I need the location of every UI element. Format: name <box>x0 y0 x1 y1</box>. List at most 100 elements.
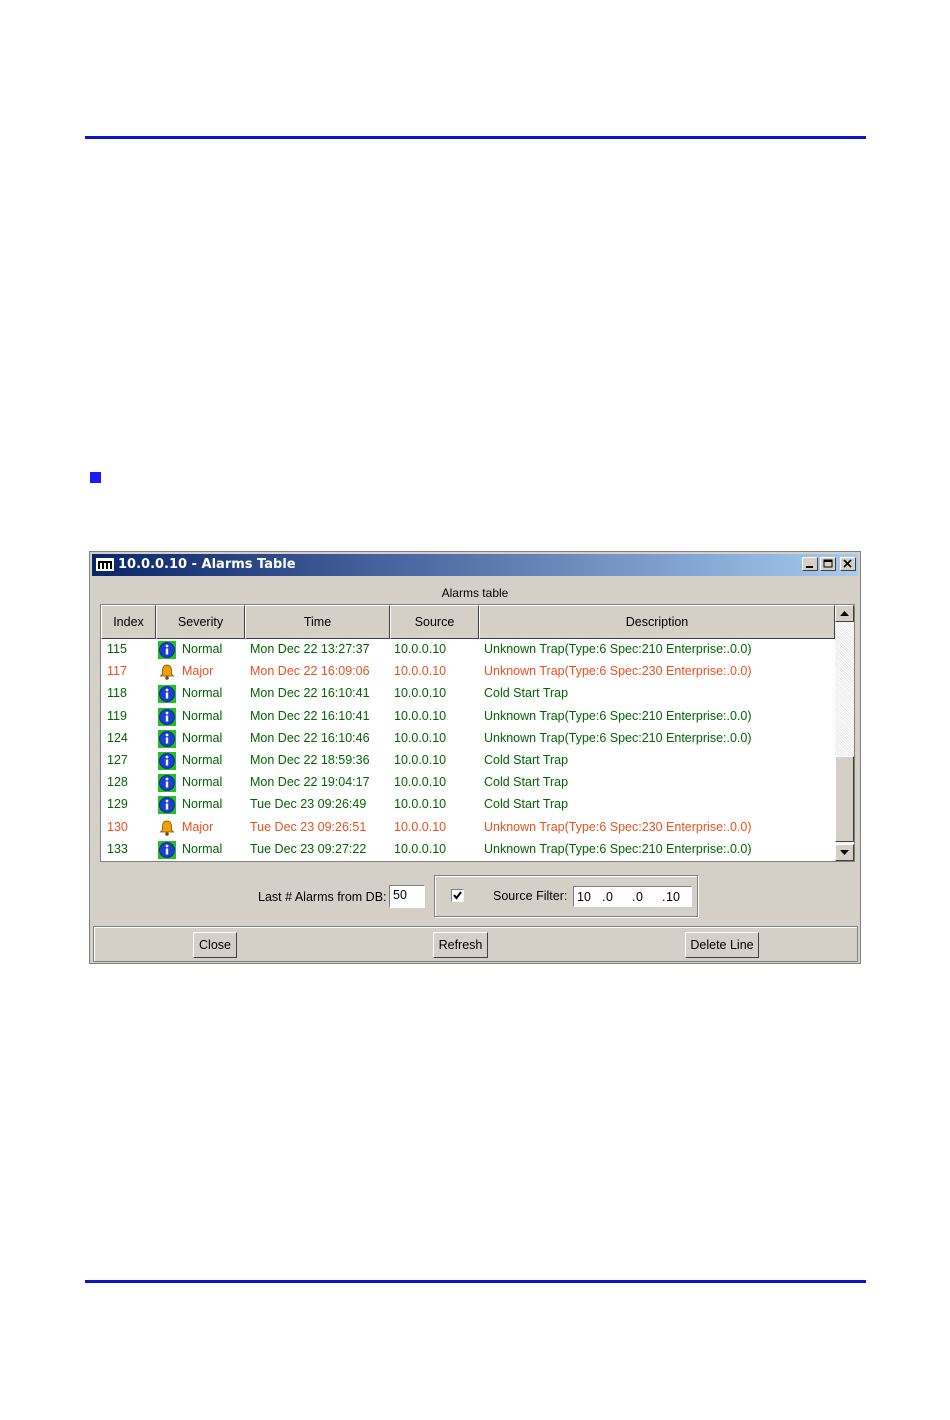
checkmark-icon <box>453 891 462 900</box>
ip-dot-2: . <box>632 890 636 904</box>
ip-octet-4[interactable]: 10 <box>666 890 680 904</box>
ip-octet-1[interactable]: 10 <box>577 890 591 904</box>
minimize-button[interactable] <box>802 557 818 571</box>
cell-source: 10.0.0.10 <box>394 819 447 834</box>
cell-description: Cold Start Trap <box>484 686 569 701</box>
close-window-button[interactable] <box>840 557 856 571</box>
cell-severity: Normal <box>182 686 223 701</box>
cell-time: Tue Dec 23 09:26:49 <box>250 797 367 812</box>
minimize-icon <box>806 566 813 568</box>
cell-severity: Normal <box>182 775 223 790</box>
bell-icon <box>159 820 175 836</box>
info-icon <box>158 641 176 659</box>
info-icon <box>158 752 176 770</box>
cell-description: Unknown Trap(Type:6 Spec:230 Enterprise:… <box>484 664 752 679</box>
source-filter-checkbox[interactable] <box>451 889 464 902</box>
cell-description: Unknown Trap(Type:6 Spec:210 Enterprise:… <box>484 730 752 745</box>
bullet-square <box>90 472 101 483</box>
cell-source: 10.0.0.10 <box>394 753 447 767</box>
cell-severity: Normal <box>182 841 223 856</box>
cell-severity: Normal <box>182 642 223 656</box>
maximize-icon <box>823 559 833 568</box>
ip-octet-3[interactable]: 0 <box>636 890 643 904</box>
cell-time: Mon Dec 22 13:27:37 <box>250 642 370 656</box>
column-header-time[interactable]: Time <box>245 605 390 639</box>
ip-dot-1: . <box>602 890 606 904</box>
cell-index: 119 <box>107 708 127 723</box>
cell-description: Unknown Trap(Type:6 Spec:230 Enterprise:… <box>484 819 752 834</box>
bottom-rule <box>85 1280 866 1283</box>
scroll-down-button[interactable] <box>835 844 854 861</box>
column-header-description[interactable]: Description <box>479 605 835 639</box>
cell-source: 10.0.0.10 <box>394 686 447 701</box>
cell-description: Unknown Trap(Type:6 Spec:210 Enterprise:… <box>484 642 752 656</box>
cell-source: 10.0.0.10 <box>394 664 447 679</box>
source-filter-group: Source Filter: 10 . 0 . 0 . 10 <box>434 875 698 917</box>
cell-time: Mon Dec 22 19:04:17 <box>250 775 370 790</box>
column-header-severity[interactable]: Severity <box>156 605 245 639</box>
scroll-thumb[interactable] <box>835 756 854 842</box>
cell-index: 130 <box>107 819 128 834</box>
cell-severity: Normal <box>182 708 223 723</box>
arrow-up-icon <box>840 611 849 616</box>
cell-severity: Major <box>182 664 214 679</box>
cell-severity: Major <box>182 819 214 834</box>
cell-source: 10.0.0.10 <box>394 841 447 856</box>
close-button[interactable]: Close <box>193 932 237 958</box>
column-header-source[interactable]: Source <box>390 605 479 639</box>
cell-description: Unknown Trap(Type:6 Spec:210 Enterprise:… <box>484 841 752 856</box>
cell-time: Tue Dec 23 09:26:51 <box>250 819 367 834</box>
cell-severity: Normal <box>182 753 223 767</box>
cell-index: 129 <box>107 797 128 812</box>
cell-description: Unknown Trap(Type:6 Spec:210 Enterprise:… <box>484 708 752 723</box>
info-icon <box>158 685 176 704</box>
cell-source: 10.0.0.10 <box>394 642 447 656</box>
cell-time: Tue Dec 23 09:27:22 <box>250 841 367 856</box>
top-rule <box>85 136 866 139</box>
cell-index: 133 <box>107 841 128 856</box>
table-row[interactable]: 124 Normal Mon Dec 22 16:10:46 10.0.0.10 Unk… <box>101 728 835 750</box>
cell-source: 10.0.0.10 <box>394 708 447 723</box>
refresh-button[interactable]: Refresh <box>433 932 488 958</box>
cell-index: 118 <box>107 686 127 701</box>
cell-time: Mon Dec 22 16:10:41 <box>250 686 370 701</box>
last-alarms-input[interactable]: 50 <box>389 885 425 908</box>
info-icon <box>158 840 176 859</box>
info-icon <box>158 774 176 793</box>
last-alarms-label: Last # Alarms from DB: <box>258 890 387 904</box>
table-row[interactable]: 130 Major Tue Dec 23 09:26:51 10.0.0.10 Unkn… <box>101 817 835 839</box>
info-icon <box>158 796 176 815</box>
table-row[interactable]: 129 Normal Tue Dec 23 09:26:49 10.0.0.10 Col… <box>101 794 835 816</box>
info-icon <box>158 729 176 748</box>
column-header-index[interactable]: Index <box>101 605 156 639</box>
cell-index: 115 <box>107 642 127 656</box>
cell-index: 117 <box>107 664 127 679</box>
cell-time: Mon Dec 22 16:09:06 <box>250 664 370 679</box>
cell-severity: Normal <box>182 730 223 745</box>
cell-description: Cold Start Trap <box>484 775 569 790</box>
group-caption: Alarms table <box>441 586 509 600</box>
table-row[interactable]: 133 Normal Tue Dec 23 09:27:22 10.0.0.10 Unk… <box>101 839 835 861</box>
cell-index: 124 <box>107 730 128 745</box>
close-icon <box>843 559 852 568</box>
ip-octet-2[interactable]: 0 <box>606 890 613 904</box>
alarms-table: Index Severity Time Source Description 1… <box>100 604 855 862</box>
window-title: 10.0.0.10 - Alarms Table <box>118 557 296 572</box>
table-row[interactable]: 115 Normal Mon Dec 22 13:27:37 10.0.0.10 Unk… <box>101 639 835 661</box>
table-row[interactable]: 128 Normal Mon Dec 22 19:04:17 10.0.0.10 Col… <box>101 772 835 794</box>
delete-line-button[interactable]: Delete Line <box>685 932 759 958</box>
table-row[interactable]: 127 Normal Mon Dec 22 18:59:36 10.0.0.10 Col… <box>101 750 835 772</box>
cell-source: 10.0.0.10 <box>394 775 447 790</box>
cell-index: 127 <box>107 753 128 767</box>
cell-severity: Normal <box>182 797 223 812</box>
table-row[interactable]: 119 Normal Mon Dec 22 16:10:41 10.0.0.10 Unk… <box>101 706 835 728</box>
source-ip-field[interactable]: 10 . 0 . 0 . 10 <box>573 886 692 907</box>
vertical-scrollbar[interactable] <box>835 605 854 861</box>
maximize-button[interactable] <box>820 557 836 571</box>
table-row[interactable]: 118 Normal Mon Dec 22 16:10:41 10.0.0.10 Col… <box>101 683 835 705</box>
source-filter-label: Source Filter: <box>493 889 568 903</box>
table-row[interactable]: 117 Major Mon Dec 22 16:09:06 10.0.0.10 Unkn… <box>101 661 835 683</box>
title-bar[interactable]: 10.0.0.10 - Alarms Table <box>92 554 858 576</box>
cell-time: Mon Dec 22 16:10:46 <box>250 730 370 745</box>
scroll-up-button[interactable] <box>835 605 854 622</box>
